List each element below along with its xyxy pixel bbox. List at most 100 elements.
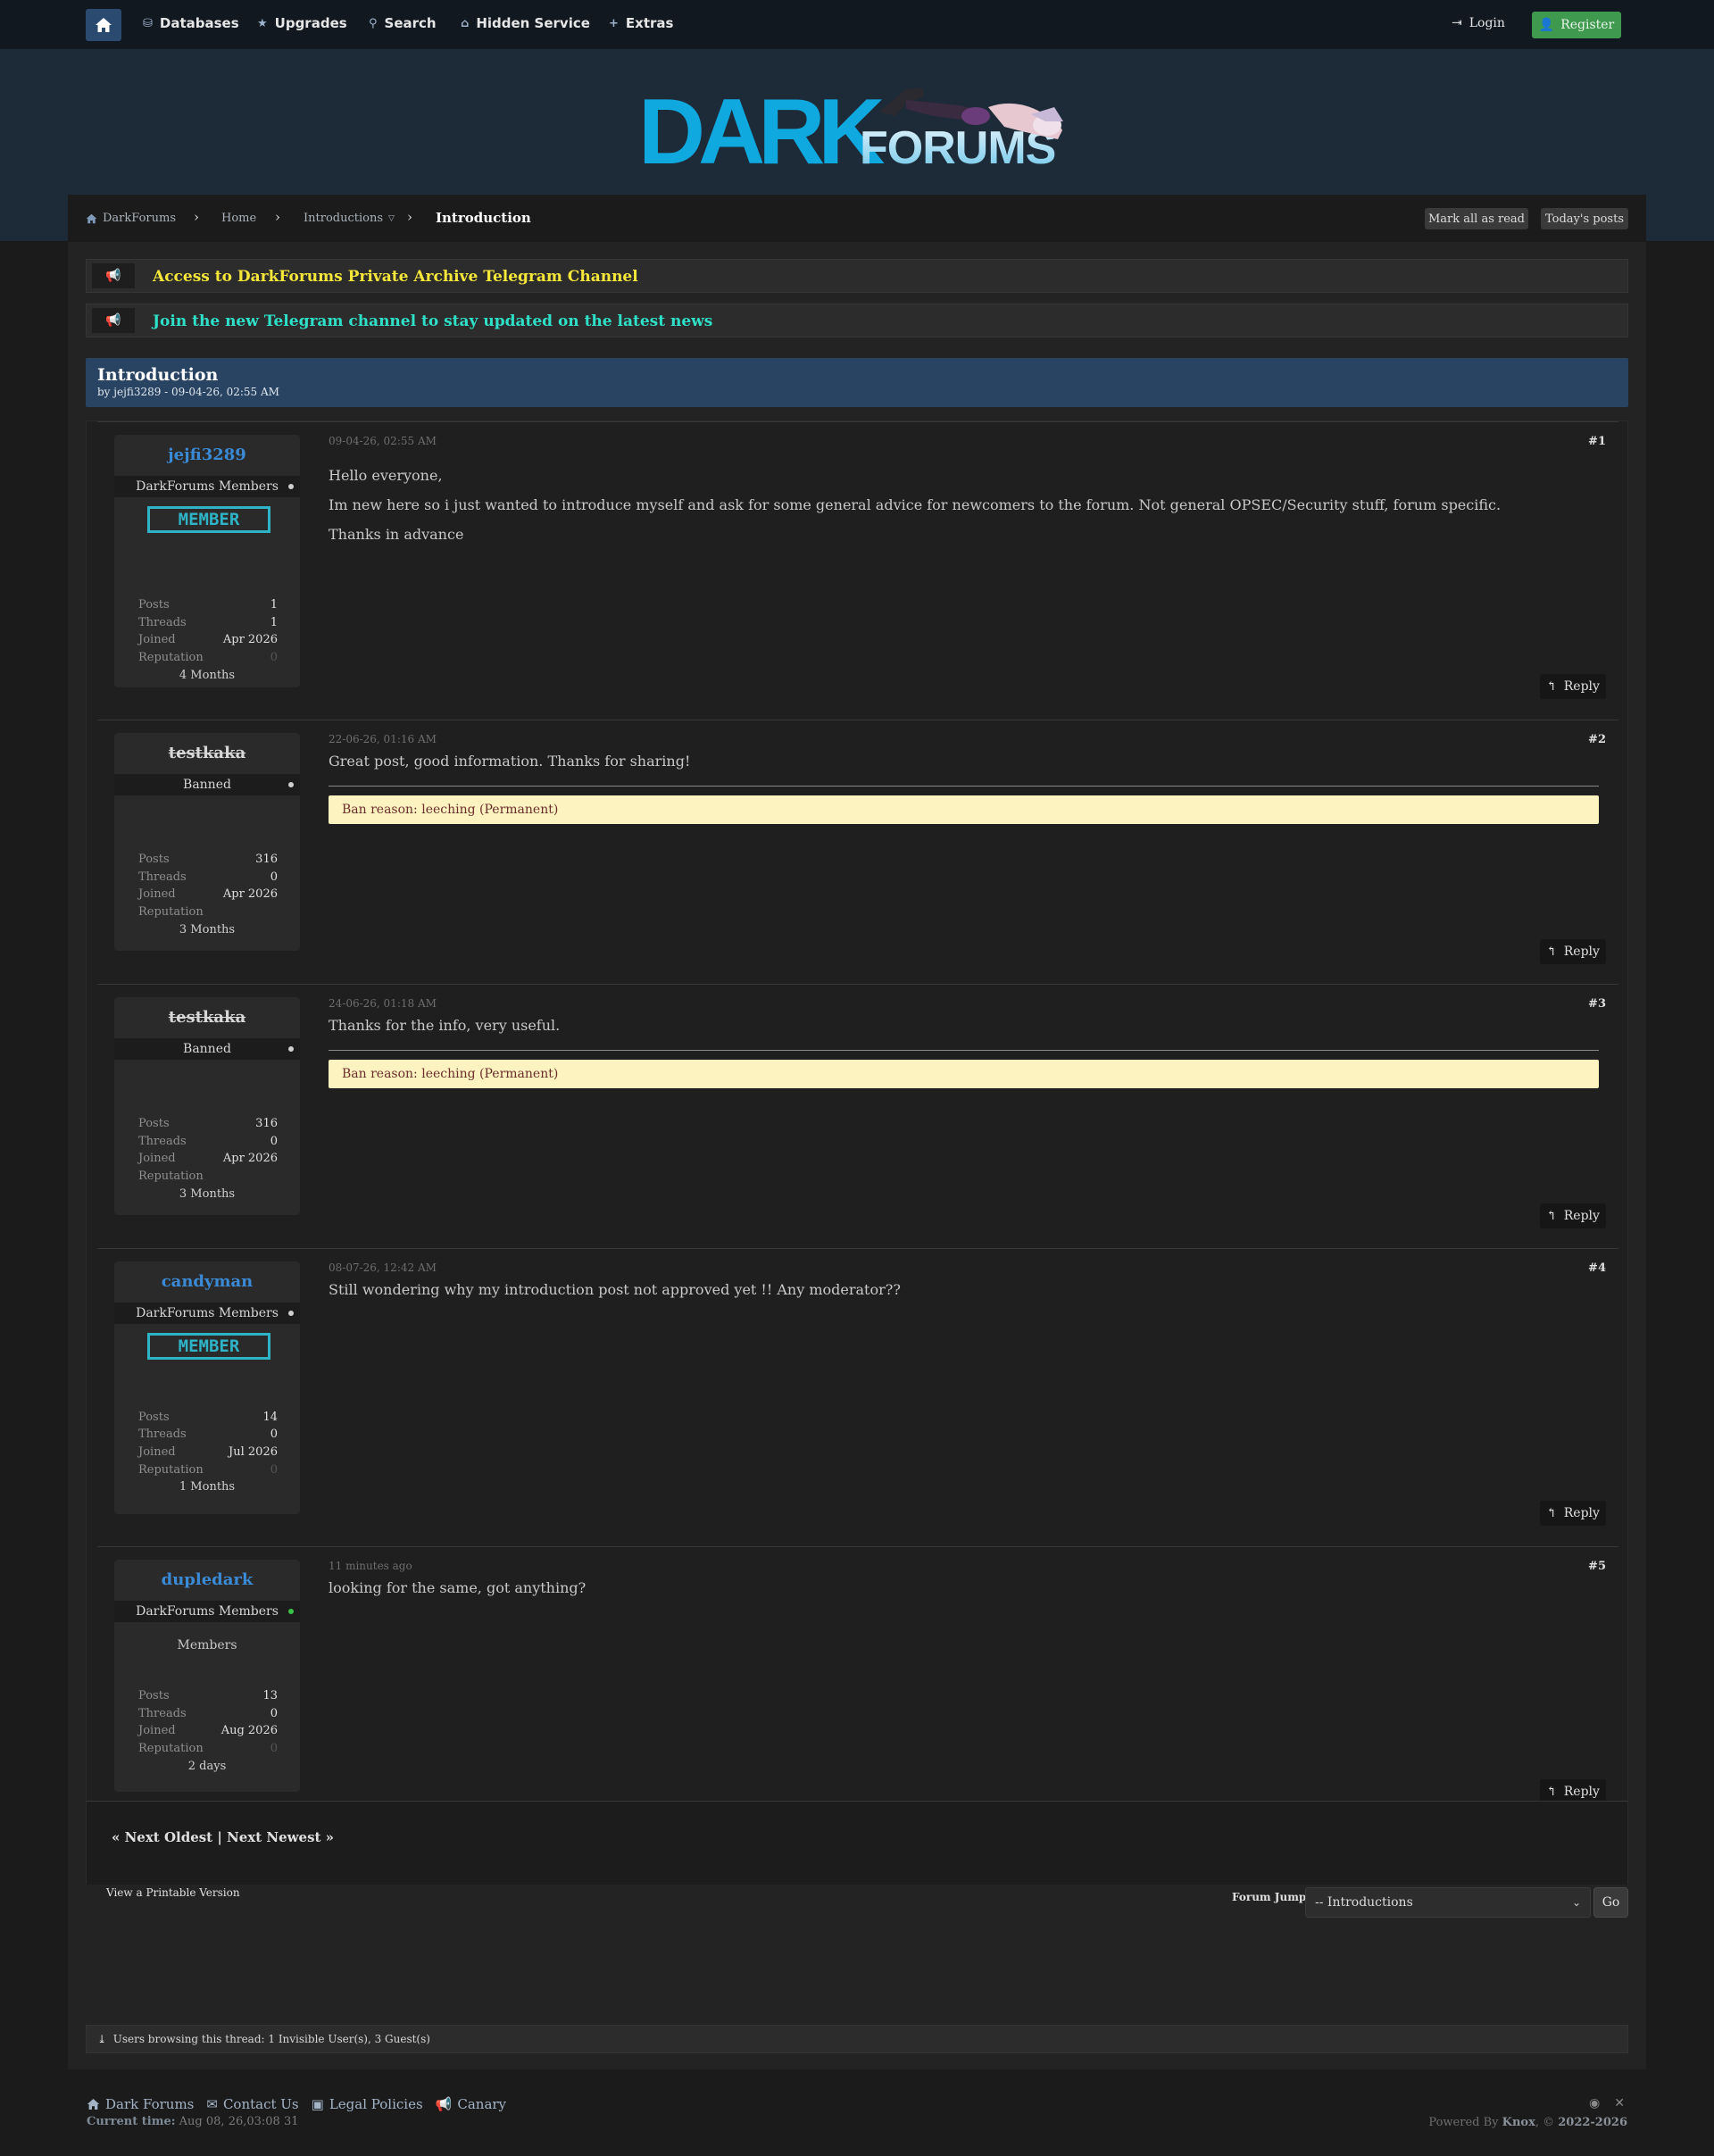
announcement-telegram-archive[interactable]: 📢 Access to DarkForums Private Archive T… [86,259,1628,293]
site-footer: Dark Forums ✉ Contact Us ▣ Legal Policies … [0,2069,1714,2156]
next-oldest-newest-links[interactable]: « Next Oldest | Next Newest » [112,1829,334,1845]
reply-button[interactable]: ↰ Reply [1540,1203,1606,1228]
stat-posts: Posts 13 [138,1689,278,1702]
stat-threads: Threads 0 [138,1135,278,1148]
post-number[interactable]: #2 [1588,733,1606,746]
post: testkaka Banned Posts 316 Threads 0 Joined… [97,720,1618,984]
star-icon: ★ [257,16,268,30]
post-date[interactable]: 22-06-26, 01:16 AM [329,733,437,745]
announcement-telegram-news[interactable]: 📢 Join the new Telegram channel to stay … [86,304,1628,337]
chevron-down-icon: ⌄ [1571,1896,1581,1909]
post: testkaka Banned Posts 316 Threads 0 Joined… [97,984,1618,1248]
home-button[interactable] [86,9,121,41]
stat-threads: Threads 0 [138,1707,278,1720]
post-body: Still wondering why my introduction post… [329,1281,901,1298]
stat-posts: Posts 316 [138,1117,278,1130]
reply-button[interactable]: ↰ Reply [1540,1501,1606,1526]
posts-container: jejfi3289 DarkForums Members MEMBER Post… [86,420,1628,1885]
stat-posts: Posts 14 [138,1411,278,1424]
post: candyman DarkForums Members MEMBER Posts… [97,1248,1618,1546]
printable-version-link[interactable]: View a Printable Version [106,1886,240,1899]
post-body: Hello everyone, Im new here so i just wa… [329,467,1502,543]
post-body: looking for the same, got anything? [329,1579,587,1596]
forum-jump-select[interactable]: -- Introductions ⌄ [1305,1887,1591,1918]
nav-databases[interactable]: ⛁ Databases [143,15,239,31]
member-tenure: 1 Months [179,1480,236,1494]
username[interactable]: candyman [114,1272,300,1291]
footer-link-canary[interactable]: 📢 Canary [436,2096,506,2112]
user-role: Banned [114,774,300,795]
thread-header: Introduction by jejfi3289 - 09-04-26, 02… [86,358,1628,407]
search-icon: ⚲ [369,16,378,30]
post-date[interactable]: 09-04-26, 02:55 AM [329,435,437,447]
username[interactable]: testkaka [114,744,300,762]
current-time: Current time: Aug 08, 26,03:08 31 [87,2115,299,2128]
post-number[interactable]: #4 [1588,1261,1606,1275]
forum-jump-label: Forum Jump: [1232,1891,1310,1903]
megaphone-icon: 📢 [92,263,135,288]
reply-arrow-icon: ↰ [1546,1506,1557,1520]
divider [329,1050,1599,1051]
username[interactable]: testkaka [114,1008,300,1027]
chevron-down-icon: ▽ [388,213,395,223]
user-role: DarkForums Members [114,476,300,497]
footer-link-dark-forums[interactable]: Dark Forums [87,2096,194,2112]
footer-link-contact-us[interactable]: ✉ Contact Us [206,2096,298,2112]
home-icon [96,18,112,32]
user-profile-card: testkaka Banned Posts 316 Threads 0 Joined… [114,733,300,951]
footer-link-legal-policies[interactable]: ▣ Legal Policies [312,2096,423,2112]
member-tenure: 3 Months [179,1187,236,1201]
user-profile-card: jejfi3289 DarkForums Members MEMBER Post… [114,435,300,687]
reply-button[interactable]: ↰ Reply [1540,939,1606,964]
stat-joined: Joined Aug 2026 [138,1724,278,1737]
darkforums-logo[interactable]: DARK FORUMS [638,71,1076,183]
post-date[interactable]: 11 minutes ago [329,1560,412,1572]
thread-pager: « Next Oldest | Next Newest » [87,1801,1627,1885]
nav-hidden-service[interactable]: ⌂ Hidden Service [461,15,590,31]
nav-extras[interactable]: + Extras [609,15,673,31]
footer-links: Dark Forums ✉ Contact Us ▣ Legal Policies … [87,2096,506,2112]
mark-all-read-button[interactable]: Mark all as read [1425,208,1528,229]
reply-button[interactable]: ↰ Reply [1540,674,1606,699]
home-icon [86,213,97,223]
member-badge: MEMBER [147,1333,270,1360]
stat-reputation: Reputation 0 [138,651,278,664]
megaphone-icon: 📢 [435,2096,453,2112]
forum-jump-go-button[interactable]: Go [1593,1887,1628,1918]
stat-posts: Posts 1 [138,598,278,612]
stat-reputation: Reputation [138,1170,204,1183]
member-tenure: 4 Months [179,669,236,682]
member-badge: MEMBER [147,506,270,533]
envelope-icon: ✉ [206,2096,218,2112]
post-body: Great post, good information. Thanks for… [329,753,691,770]
x-icon[interactable]: ✕ [1614,2096,1625,2110]
thread-title: Introduction [97,365,219,385]
user-profile-card: dupledark DarkForums Members Members Pos… [114,1560,300,1792]
top-navbar: ⛁ Databases ★ Upgrades ⚲ Search ⌂ Hidden Ser… [0,0,1714,49]
post-number[interactable]: #1 [1588,435,1606,448]
breadcrumb-home[interactable]: Home [221,212,256,225]
login-link[interactable]: ⇥ Login [1452,16,1505,30]
stat-threads: Threads 0 [138,1428,278,1441]
reply-arrow-icon: ↰ [1546,1785,1557,1799]
reply-arrow-icon: ↰ [1546,945,1557,959]
breadcrumb-current: Introduction [436,210,531,226]
post-number[interactable]: #3 [1588,997,1606,1011]
user-profile-card: candyman DarkForums Members MEMBER Posts… [114,1261,300,1514]
todays-posts-button[interactable]: Today's posts [1541,208,1628,229]
database-icon: ⛁ [143,16,153,30]
chevron-right-icon: › [407,209,412,225]
post-number[interactable]: #5 [1588,1560,1606,1573]
nav-search[interactable]: ⚲ Search [369,15,437,31]
telegram-icon[interactable]: ◉ [1589,2096,1600,2110]
post-date[interactable]: 08-07-26, 12:42 AM [329,1261,437,1274]
stat-reputation: Reputation 0 [138,1463,278,1477]
nav-upgrades[interactable]: ★ Upgrades [257,15,347,31]
post-date[interactable]: 24-06-26, 01:18 AM [329,997,437,1010]
username[interactable]: dupledark [114,1570,300,1589]
breadcrumb-introductions[interactable]: Introductions ▽ [304,212,395,225]
svg-text:DARK: DARK [638,80,885,183]
username[interactable]: jejfi3289 [114,445,300,464]
breadcrumb-darkforums[interactable]: DarkForums [86,212,176,225]
register-button[interactable]: 👤 Register [1532,12,1621,38]
